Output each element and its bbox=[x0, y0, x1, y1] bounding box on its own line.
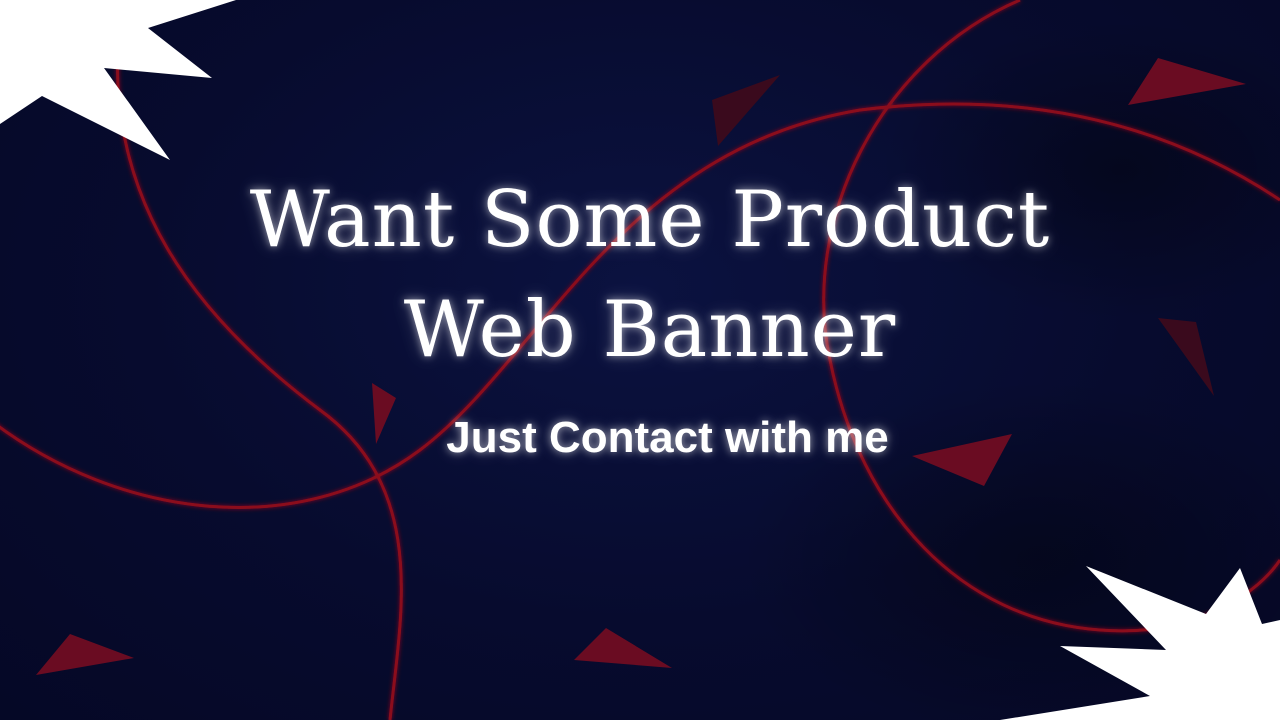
banner-title: Want Some Product Web Banner bbox=[0, 165, 1280, 385]
triangle-shard-icon bbox=[574, 628, 672, 668]
banner-title-line-1: Want Some Product bbox=[249, 175, 1051, 265]
triangle-shard-icon bbox=[36, 634, 134, 675]
web-banner: Want Some Product Web Banner Just Contac… bbox=[0, 0, 1280, 720]
banner-subtitle: Just Contact with me bbox=[446, 413, 889, 462]
banner-title-line-2: Web Banner bbox=[403, 285, 897, 375]
